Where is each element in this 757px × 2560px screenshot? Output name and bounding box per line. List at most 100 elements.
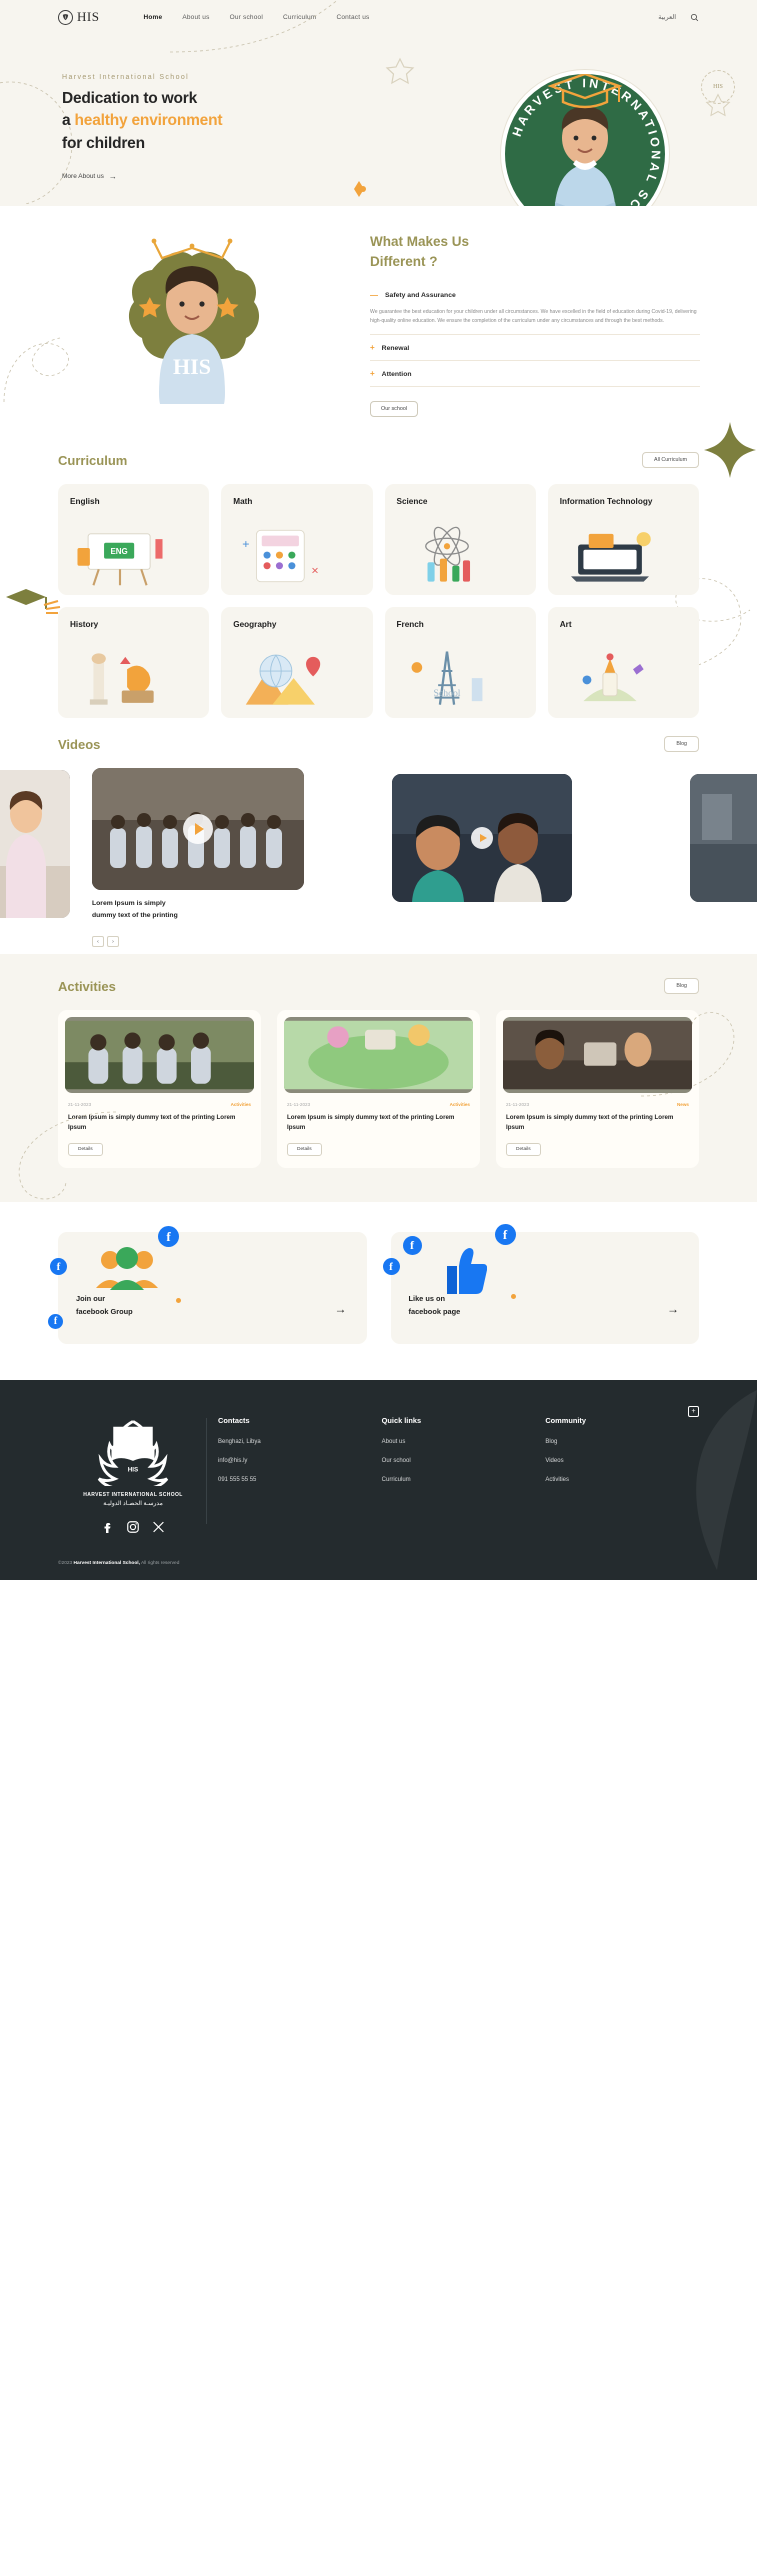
carousel-prev-button[interactable]: ‹ [92,936,104,947]
accordion-header[interactable]: + Renewal [370,344,700,352]
hero-cta-link[interactable]: More About us → [62,172,117,181]
footer-column-contacts: Contacts Benghazi, Libya info@his.ly 091… [218,1416,372,1535]
activity-image [503,1017,692,1093]
page-root: HIS Home About us Our school Curriculum … [0,0,757,2560]
accordion-item-renewal[interactable]: + Renewal [370,335,700,362]
all-curriculum-button[interactable]: All Curriculum [642,452,699,468]
facebook-page-card[interactable]: f f f Like us on facebook page → [382,1224,699,1345]
activity-date: 21-11-2023 [68,1102,92,1107]
accordion-item-safety[interactable]: — Safety and Assurance We guarantee the … [370,283,700,336]
x-twitter-icon[interactable] [152,1519,165,1535]
activity-details-button[interactable]: Details [506,1143,541,1157]
accordion-body: We guarantee the best education for your… [370,308,697,324]
footer-crest-icon: HIS [97,1420,169,1487]
curriculum-card-label: English [70,497,100,506]
social-card-line2: facebook Group [76,1306,133,1316]
activity-card[interactable]: 21-11-2023 Activities Lorem Ipsum is sim… [277,1010,480,1169]
curriculum-card-geography[interactable]: Geography [221,607,373,718]
video-thumb-center[interactable] [392,774,572,902]
column-statue-icon [89,653,154,705]
accordion-item-attention[interactable]: + Attention [370,361,700,388]
laptop-icon [570,532,651,582]
video-thumb-main[interactable] [92,768,304,890]
accordion-header[interactable]: + Attention [370,370,700,378]
footer-copyright: ©2023 Harvest International School, All … [58,1561,179,1566]
search-icon[interactable] [690,13,699,22]
footer-link-phone[interactable]: 091 555 55 55 [218,1477,372,1483]
social-card-line1: Join our [76,1293,106,1303]
hero-section: HIS Harvest International School Dedicat… [0,34,757,206]
eiffel-tower-icon: School [411,651,482,705]
video-caption-line1: Lorem Ipsum is simply [92,900,166,907]
video-thumb-right[interactable] [690,774,757,902]
instagram-icon[interactable] [126,1519,140,1535]
footer-grid: HIS HARVEST INTERNATIONAL SCHOOL مدرسـة … [58,1416,699,1535]
footer-column-heading: Contacts [218,1416,250,1426]
activity-card[interactable]: 21-11-2023 News Lorem Ipsum is simply du… [496,1010,699,1169]
activity-details-button[interactable]: Details [68,1143,103,1157]
facebook-group-card[interactable]: f f f Join our facebook Group → [48,1226,367,1345]
facebook-icon: f [402,1236,422,1256]
curriculum-card-label: History [70,620,99,629]
footer-link-address[interactable]: Benghazi, Libya [218,1439,372,1445]
nav-item-home[interactable]: Home [143,14,162,21]
language-switch[interactable]: العربية [658,13,676,21]
accordion-header[interactable]: — Safety and Assurance [370,290,700,300]
curriculum-card-science[interactable]: Science [384,484,536,595]
copyright-pre: ©2023 [58,1561,74,1567]
social-card-title: Like us on facebook page [409,1293,461,1319]
site-footer: + HIS HARVEST INTERNATIONAL SCHOOL مدرسـ… [0,1380,757,1581]
curriculum-card-history[interactable]: History [58,607,210,718]
facebook-icon[interactable] [102,1519,114,1535]
footer-link-email[interactable]: info@his.ly [218,1458,372,1464]
social-section: f f f Join our facebook Group → f f f Li… [0,1202,757,1381]
facebook-icon: f [50,1258,67,1276]
svg-text:HIS: HIS [173,354,211,379]
curriculum-card-art[interactable]: Art [547,607,699,718]
facebook-icon: f [382,1258,400,1276]
curriculum-card-information-technology[interactable]: Information Technology [547,484,699,595]
videos-blog-button[interactable]: Blog [664,736,699,752]
arrow-right-icon[interactable]: → [667,1302,679,1316]
footer-plus-button[interactable]: + [688,1406,699,1418]
svg-text:ENG: ENG [110,547,127,556]
carousel-next-button[interactable]: › [107,936,119,947]
nav-item-contact-us[interactable]: Contact us [336,14,369,21]
play-icon[interactable] [471,827,493,849]
activities-blog-button[interactable]: Blog [664,978,699,994]
footer-link-our-school[interactable]: Our school [382,1458,536,1464]
activity-card[interactable]: 21-11-2023 Activities Lorem Ipsum is sim… [58,1010,261,1169]
video-thumb-left[interactable] [0,770,70,918]
activities-section: Activities Blog 21-11-2023 Activities Lo… [0,954,757,1203]
nav-item-about-us[interactable]: About us [182,14,209,21]
play-icon[interactable] [183,814,213,844]
minus-icon: — [370,290,378,300]
activity-text: Lorem Ipsum is simply dummy text of the … [287,1114,455,1132]
curriculum-card-math[interactable]: Math + × [221,484,373,595]
arrow-right-icon[interactable]: → [335,1302,347,1316]
footer-link-about-us[interactable]: About us [382,1439,536,1445]
svg-text:×: × [312,564,319,578]
footer-link-curriculum[interactable]: Curriculum [382,1477,536,1483]
curriculum-card-english[interactable]: English ENG [58,484,210,595]
nav-item-our-school[interactable]: Our school [230,14,263,21]
curriculum-header: Curriculum All Curriculum [58,452,699,468]
activity-details-button[interactable]: Details [287,1143,322,1157]
our-school-button[interactable]: Our school [370,401,419,418]
curriculum-title: Curriculum [58,452,128,468]
activity-tag: Activities [230,1102,251,1107]
his-emblem: HIS [96,234,288,412]
nav-item-curriculum[interactable]: Curriculum [283,14,316,21]
different-content: What Makes Us Different ? — Safety and A… [370,232,700,418]
activities-title: Activities [58,978,116,994]
site-logo[interactable]: HIS [58,9,99,25]
curriculum-section: Curriculum All Curriculum English ENG Ma… [0,422,757,718]
facebook-icon: f [48,1314,63,1330]
curriculum-card-french[interactable]: French School [384,607,536,718]
curriculum-card-label: Science [396,497,428,506]
videos-header: Videos Blog [0,736,757,752]
hero-title-line2-prefix: a [62,112,75,130]
video-caption: Lorem Ipsum is simply dummy text of the … [92,898,178,921]
decorative-orange-dot [360,186,366,192]
plus-icon: + [370,343,375,353]
